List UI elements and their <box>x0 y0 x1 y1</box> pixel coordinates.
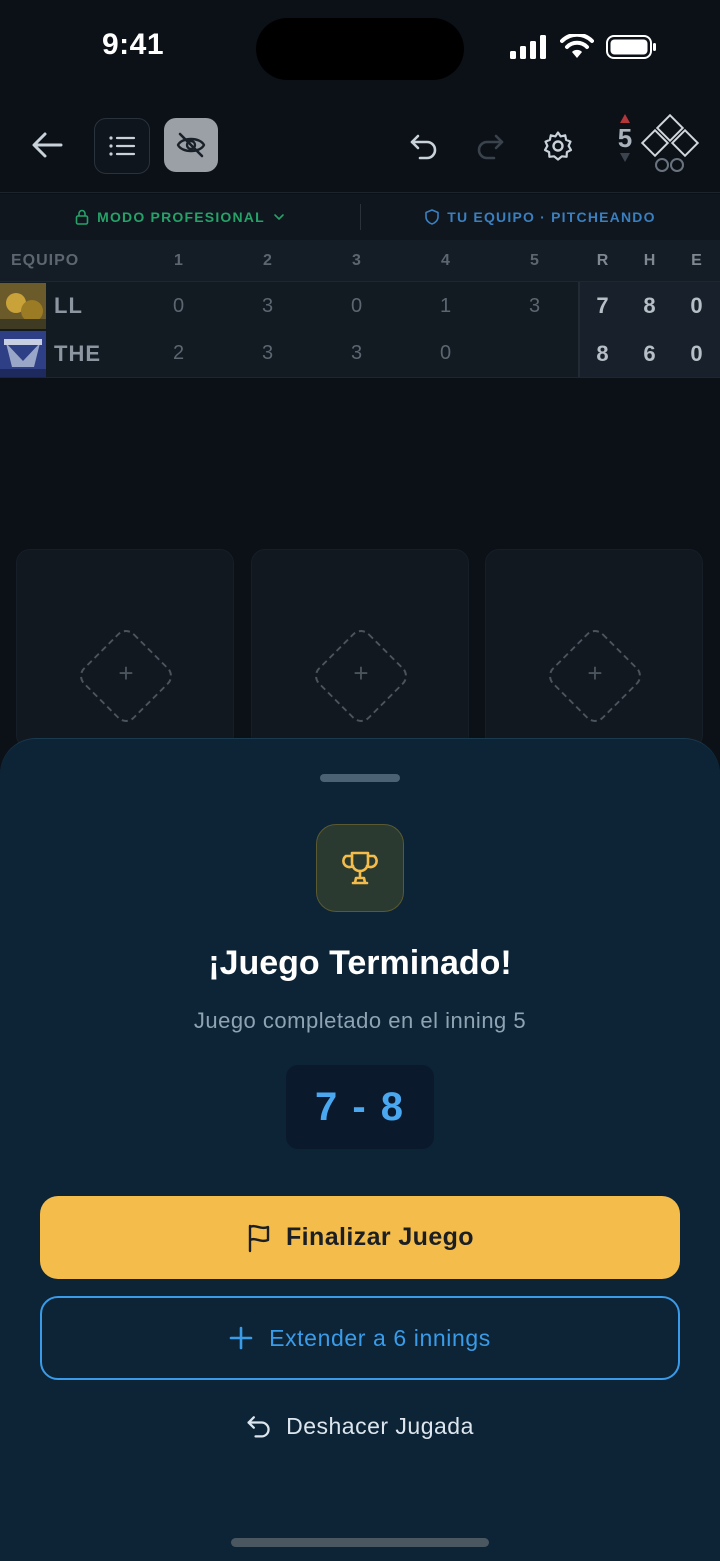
scoreboard-header: EQUIPO 1 2 3 4 5 R H E <box>0 240 720 282</box>
finish-game-label: Finalizar Juego <box>286 1223 474 1251</box>
hits-total: 6 <box>643 340 656 366</box>
inning-score: 3 <box>528 294 541 317</box>
back-button[interactable] <box>24 122 70 168</box>
add-icon: + <box>587 658 603 688</box>
team-name: THE <box>54 340 101 366</box>
empty-player-slot[interactable]: + <box>485 549 703 749</box>
list-icon <box>109 136 136 156</box>
team-cell: LL <box>0 282 134 330</box>
scoreboard-row: THE 2 3 3 0 8 6 0 <box>0 330 720 378</box>
undo-icon <box>247 1416 270 1438</box>
chevron-down-icon <box>274 214 284 221</box>
inning-score: 0 <box>350 294 363 317</box>
redo-button[interactable] <box>468 124 512 168</box>
flag-icon <box>248 1224 270 1252</box>
mode-label: MODO PROFESIONAL <box>97 209 265 225</box>
header-runs: R <box>596 251 609 269</box>
shield-icon <box>425 209 440 225</box>
hide-toggle-button[interactable] <box>164 118 218 172</box>
inning-score: 0 <box>439 342 452 364</box>
undo-icon <box>410 134 437 160</box>
list-button[interactable] <box>94 118 150 174</box>
top-inning-arrow-icon <box>620 114 630 123</box>
add-icon: + <box>118 658 134 688</box>
team-logo <box>0 283 46 329</box>
add-icon: + <box>353 658 369 688</box>
header-team: EQUIPO <box>11 251 80 269</box>
header-errors: E <box>691 251 702 269</box>
wifi-icon <box>560 34 594 58</box>
final-score: 7 - 8 <box>286 1065 434 1149</box>
errors-total: 0 <box>690 340 703 366</box>
sheet-title: ¡Juego Terminado! <box>208 944 512 982</box>
status-icons <box>510 34 658 60</box>
trophy-badge <box>316 824 404 912</box>
header-hits: H <box>643 251 656 269</box>
header-inning: 2 <box>263 251 272 269</box>
back-arrow-icon <box>32 132 63 158</box>
mode-selector[interactable]: MODO PROFESIONAL <box>0 209 360 225</box>
scoreboard: EQUIPO 1 2 3 4 5 R H E LL 0 3 0 1 3 7 8 … <box>0 240 720 378</box>
extend-innings-label: Extender a 6 innings <box>269 1324 491 1351</box>
runs-total: 8 <box>596 340 609 366</box>
header-inning: 3 <box>352 251 361 269</box>
trophy-icon <box>342 851 378 885</box>
undo-button[interactable] <box>402 124 446 168</box>
team-name: LL <box>54 293 83 318</box>
finish-game-button[interactable]: Finalizar Juego <box>40 1196 680 1279</box>
gear-icon <box>543 131 573 161</box>
scoreboard-row: LL 0 3 0 1 3 7 8 0 <box>0 282 720 330</box>
sheet-subtitle: Juego completado en el inning 5 <box>193 1008 527 1033</box>
signal-icon <box>510 35 546 59</box>
inning-indicator: 5 <box>612 114 638 178</box>
inning-score: 3 <box>350 342 363 364</box>
undo-play-label: Deshacer Jugada <box>286 1412 474 1439</box>
lock-icon <box>75 209 89 225</box>
team-status-label: TU EQUIPO · PITCHEANDO <box>447 209 656 225</box>
mode-strip: MODO PROFESIONAL TU EQUIPO · PITCHEANDO <box>0 194 720 240</box>
bases-icon <box>640 114 700 172</box>
team-status: TU EQUIPO · PITCHEANDO <box>361 209 720 225</box>
bottom-inning-arrow-icon <box>620 153 630 162</box>
inning-score: 2 <box>172 342 185 364</box>
errors-total: 0 <box>690 293 703 318</box>
inning-score: 1 <box>439 294 452 317</box>
inning-number: 5 <box>617 123 633 153</box>
battery-icon <box>606 35 656 59</box>
undo-play-button[interactable]: Deshacer Jugada <box>0 1404 720 1448</box>
settings-button[interactable] <box>536 124 580 168</box>
status-time: 9:41 <box>102 28 165 61</box>
hits-total: 8 <box>643 293 656 318</box>
extend-innings-button[interactable]: Extender a 6 innings <box>40 1296 680 1380</box>
header-inning: 4 <box>441 251 450 269</box>
home-indicator[interactable] <box>231 1538 489 1547</box>
inning-score: 3 <box>261 342 274 364</box>
header-inning: 5 <box>530 251 539 269</box>
redo-icon <box>477 134 504 160</box>
eye-off-icon <box>176 132 206 158</box>
toolbar-divider <box>0 192 720 193</box>
inning-score: 3 <box>261 294 274 317</box>
dynamic-island <box>256 18 464 80</box>
header-inning: 1 <box>174 251 183 269</box>
empty-player-slot[interactable]: + <box>16 549 234 749</box>
plus-icon <box>229 1326 253 1350</box>
inning-score: 0 <box>172 294 185 317</box>
team-cell: THE <box>0 330 134 377</box>
empty-player-slot[interactable]: + <box>251 549 469 749</box>
sheet-grabber[interactable] <box>320 774 400 782</box>
team-logo <box>0 330 46 377</box>
runs-total: 7 <box>596 293 609 318</box>
